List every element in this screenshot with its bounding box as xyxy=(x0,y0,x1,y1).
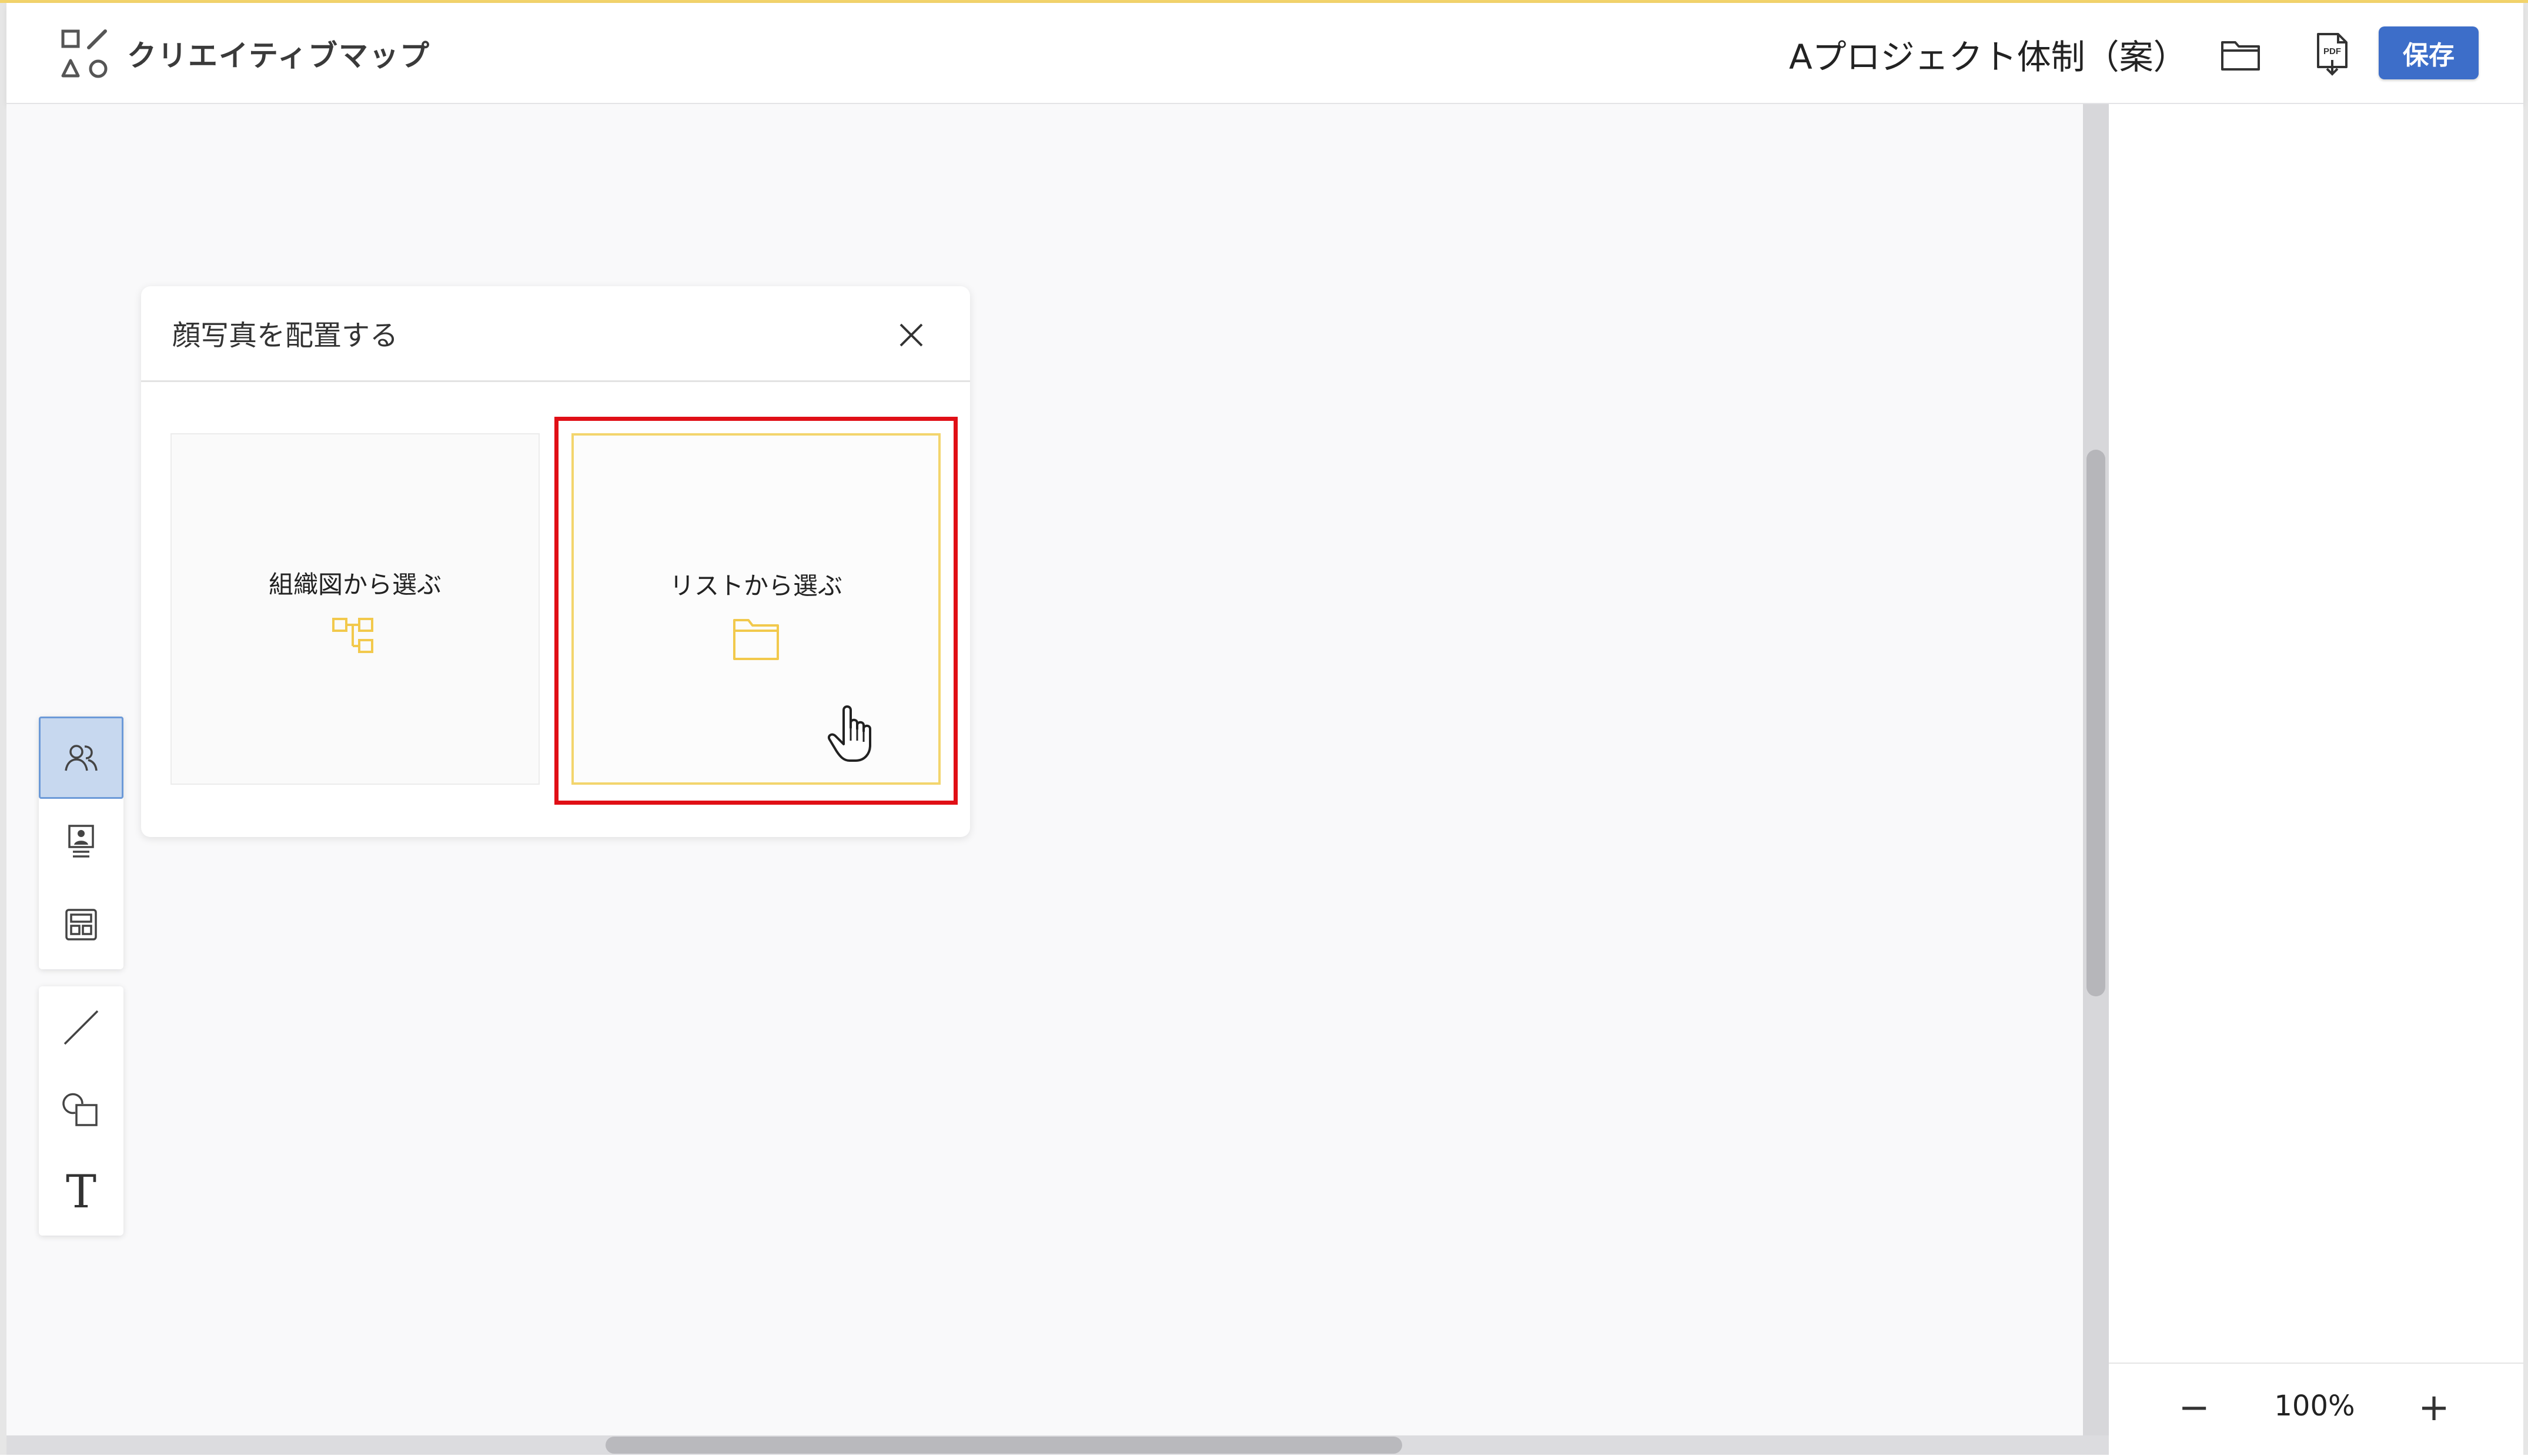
select-from-list-option[interactable]: リストから選ぶ xyxy=(571,433,941,785)
project-title[interactable]: Aプロジェクト体制（案） xyxy=(1789,29,2188,79)
select-from-org-chart-option[interactable]: 組織図から選ぶ xyxy=(170,433,540,785)
text-tool-icon: T xyxy=(65,1166,97,1219)
tool-profile-card[interactable] xyxy=(39,800,123,882)
open-folder-button[interactable] xyxy=(2214,28,2267,81)
folder-icon xyxy=(733,619,779,660)
horizontal-scrollbar-thumb[interactable] xyxy=(606,1437,1402,1454)
profile-card-icon xyxy=(68,825,94,858)
tool-line[interactable] xyxy=(39,986,123,1069)
layout-grid-icon xyxy=(65,909,97,940)
org-chart-icon xyxy=(332,618,373,653)
zoom-level: 100% xyxy=(2274,1390,2355,1422)
pdf-icon-label: PDF xyxy=(2323,46,2341,56)
toolbar-group-insert xyxy=(39,717,123,969)
dialog-title: 顔写真を配置する xyxy=(172,319,399,352)
close-icon xyxy=(899,323,923,347)
app-title: クリエイティブマップ xyxy=(127,39,430,73)
save-button[interactable]: 保存 xyxy=(2379,26,2479,79)
logo-icon xyxy=(61,29,108,78)
shape-tool-icon xyxy=(62,1093,98,1126)
people-icon xyxy=(65,745,98,771)
tool-layout[interactable] xyxy=(39,883,123,966)
tool-face-photo[interactable] xyxy=(39,717,123,799)
pdf-export-button[interactable]: PDF xyxy=(2306,28,2359,81)
option-label: リストから選ぶ xyxy=(669,571,842,600)
vertical-scrollbar-thumb[interactable] xyxy=(2086,450,2105,996)
dialog-header: 顔写真を配置する xyxy=(141,286,970,382)
zoom-in-button[interactable]: + xyxy=(2407,1381,2460,1434)
option-label: 組織図から選ぶ xyxy=(268,570,442,599)
right-side-panel xyxy=(2109,104,2523,1455)
folder-icon xyxy=(2221,41,2260,71)
pdf-download-icon: PDF xyxy=(2317,33,2348,76)
zoom-controls: − 100% + xyxy=(2109,1363,2523,1456)
app-header: クリエイティブマップ Aプロジェクト体制（案） PDF 保存 xyxy=(6,3,2523,104)
tool-shape[interactable] xyxy=(39,1069,123,1151)
dialog-close-button[interactable] xyxy=(891,314,932,356)
toolbar-group-draw: T xyxy=(39,986,123,1236)
hand-cursor-icon xyxy=(828,705,871,762)
zoom-out-button[interactable]: − xyxy=(2168,1381,2221,1434)
line-tool-icon xyxy=(63,1010,99,1045)
tool-text[interactable]: T xyxy=(39,1151,123,1233)
